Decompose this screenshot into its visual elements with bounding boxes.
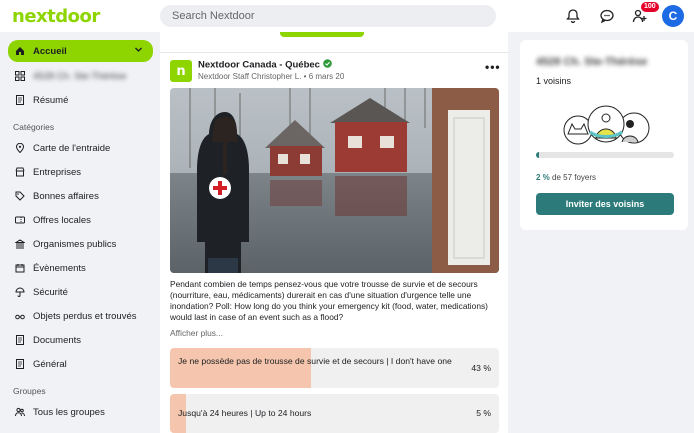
sidebar-item-businesses[interactable]: Entreprises [8, 160, 153, 184]
sidebar-item-label: Résumé [33, 94, 69, 106]
invite-neighbors-button[interactable]: Inviter des voisins [536, 193, 674, 215]
poll-option-label: Jusqu'à 24 heures | Up to 24 hours [178, 408, 312, 418]
sidebar-item-documents[interactable]: Documents [8, 328, 153, 352]
poll-option-percent: 5 % [476, 408, 491, 418]
nextdoor-n-logo[interactable]: n [170, 60, 192, 82]
sidebar-item-label: Bonnes affaires [33, 190, 99, 202]
poll-option-percent: 43 % [471, 363, 491, 373]
post-author[interactable]: Nextdoor Canada - Québec [198, 59, 332, 71]
post-author-name[interactable]: Nextdoor Canada - Québec [198, 60, 320, 71]
document-icon [15, 335, 25, 345]
document-icon [15, 359, 25, 369]
more-options-icon[interactable]: ••• [485, 60, 501, 74]
groups-heading: Groupes [13, 386, 46, 396]
sidebar-item-label: Tous les groupes [33, 406, 105, 418]
nextdoor-logo[interactable]: nextdoor [12, 6, 100, 27]
verified-icon [323, 59, 332, 71]
sidebar-item-neighborhood[interactable]: 4528 Ch. Ste-Thérèse [8, 64, 153, 88]
neighbors-illustration [562, 104, 650, 148]
avatar[interactable]: C [662, 5, 684, 27]
grid-icon [15, 71, 25, 81]
sidebar-item-label: Général [33, 358, 67, 370]
map-pin-icon [15, 143, 25, 153]
chat-icon[interactable] [596, 5, 618, 27]
sidebar-item-deals[interactable]: Bonnes affaires [8, 184, 153, 208]
sidebar-item-label: 4528 Ch. Ste-Thérèse [33, 70, 127, 82]
neighbors-card: 4528 Ch. Ste-Thérèse 1 voisins 2 % de 57… [520, 40, 688, 230]
tag-icon [15, 191, 25, 201]
households-percent: 2 % [536, 173, 550, 182]
sidebar-item-lost-found[interactable]: Objets perdus et trouvés [8, 304, 153, 328]
poll-fill [170, 348, 312, 388]
umbrella-icon [15, 287, 25, 297]
sidebar-item-label: Objets perdus et trouvés [33, 310, 137, 322]
people-icon [15, 407, 25, 417]
sidebar-item-label: Organismes publics [33, 238, 117, 250]
glasses-icon [15, 311, 25, 321]
sidebar-item-label: Évènements [33, 262, 86, 274]
store-icon [15, 167, 25, 177]
sidebar-item-label: Documents [33, 334, 82, 346]
post-meta: Nextdoor Staff Christopher L. • 6 mars 2… [198, 72, 345, 81]
coupon-icon [15, 215, 25, 225]
sidebar-item-safety[interactable]: Sécurité [8, 280, 153, 304]
top-bar: nextdoor 100 C [0, 0, 694, 32]
sidebar-item-summary[interactable]: Résumé [8, 88, 153, 112]
bank-icon [15, 239, 25, 249]
divider [160, 52, 508, 53]
sidebar-item-home[interactable]: Accueil [8, 40, 153, 62]
sidebar-item-local-offers[interactable]: Offres locales [8, 208, 153, 232]
post-photo[interactable] [170, 88, 499, 273]
categories-heading: Catégories [13, 122, 55, 132]
invite-progress-bar [536, 152, 674, 158]
document-icon [15, 95, 25, 105]
sidebar: Accueil 4528 Ch. Ste-Thérèse Résumé Caté… [8, 40, 153, 424]
previous-post-button-stub[interactable] [280, 32, 364, 37]
households-total: de 57 foyers [549, 173, 597, 182]
sidebar-item-public-agencies[interactable]: Organismes publics [8, 232, 153, 256]
sidebar-item-label: Accueil [33, 45, 67, 57]
notification-badge: 100 [641, 2, 659, 12]
calendar-icon [15, 263, 25, 273]
neighborhood-address[interactable]: 4528 Ch. Ste-Thérèse [536, 56, 647, 68]
chevron-down-icon[interactable] [134, 45, 143, 57]
sidebar-item-label: Carte de l'entraide [33, 142, 111, 154]
households-count: 2 % de 57 foyers [536, 173, 596, 182]
sidebar-item-events[interactable]: Évènements [8, 256, 153, 280]
home-icon [15, 46, 25, 56]
bell-icon[interactable] [562, 5, 584, 27]
feed: n Nextdoor Canada - Québec Nextdoor Staf… [160, 32, 508, 433]
sidebar-item-general[interactable]: Général [8, 352, 153, 376]
sidebar-item-label: Offres locales [33, 214, 91, 226]
post-text: Pendant combien de temps pensez-vous que… [170, 279, 488, 322]
invite-progress-fill [536, 152, 539, 158]
sidebar-item-all-groups[interactable]: Tous les groupes [8, 400, 153, 424]
poll-option[interactable]: Jusqu'à 24 heures | Up to 24 hours 5 % [170, 394, 499, 433]
poll-option[interactable]: Je ne possède pas de trousse de survie e… [170, 348, 499, 388]
sidebar-item-label: Sécurité [33, 286, 68, 298]
neighbors-count: 1 voisins [536, 76, 572, 86]
sidebar-item-help-map[interactable]: Carte de l'entraide [8, 136, 153, 160]
poll-option-label: Je ne possède pas de trousse de survie e… [178, 356, 452, 366]
search-input[interactable] [160, 5, 496, 27]
show-more-link[interactable]: Afficher plus... [170, 328, 223, 338]
sidebar-item-label: Entreprises [33, 166, 82, 178]
